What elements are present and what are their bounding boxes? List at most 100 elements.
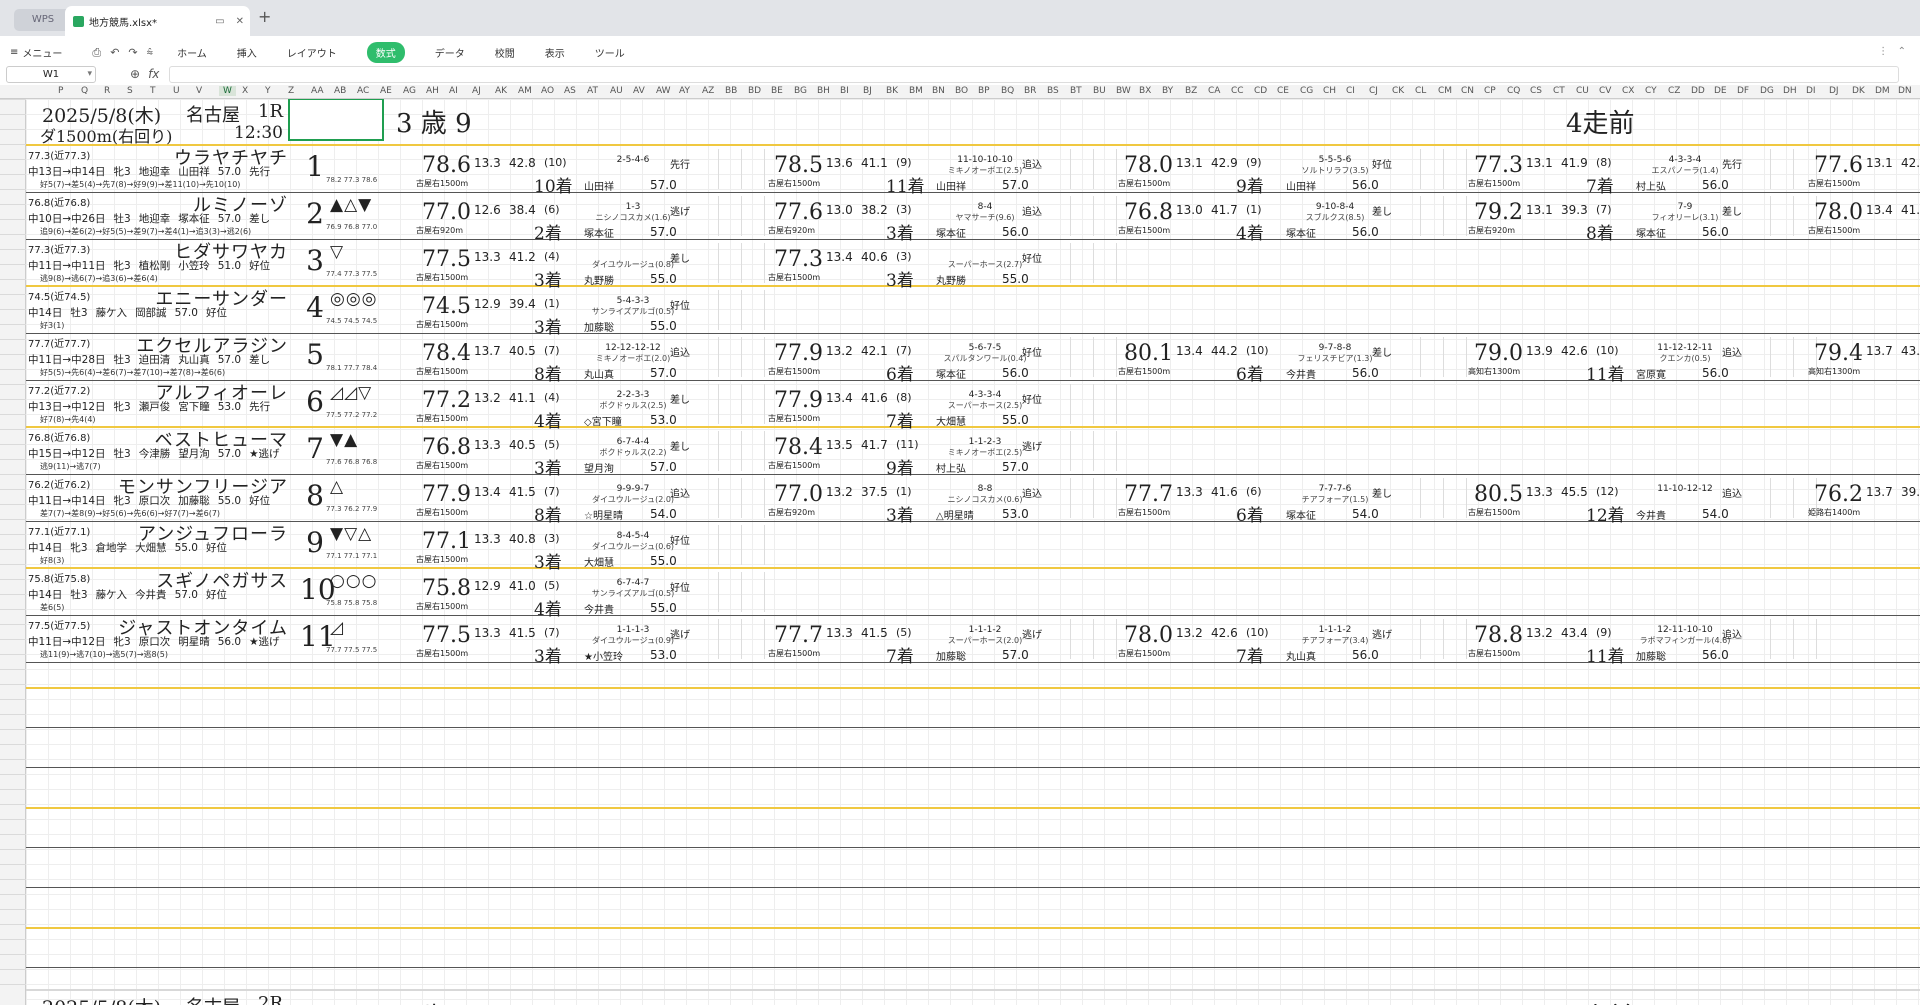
column-header[interactable]: DJ <box>1829 86 1839 96</box>
column-header[interactable]: BM <box>909 86 923 96</box>
column-header[interactable]: AE <box>380 86 392 96</box>
column-header[interactable]: CP <box>1484 86 1496 96</box>
column-header[interactable]: AA <box>311 86 324 96</box>
row-header[interactable] <box>0 699 26 700</box>
column-header[interactable]: BN <box>932 86 945 96</box>
column-header[interactable]: BT <box>1070 86 1082 96</box>
undo-icon[interactable]: ↶ <box>110 46 119 59</box>
row-header[interactable] <box>0 114 26 115</box>
name-box[interactable]: W1 <box>6 65 96 83</box>
column-header[interactable]: AO <box>541 86 554 96</box>
row-header[interactable] <box>0 564 26 565</box>
column-header[interactable]: AY <box>679 86 690 96</box>
column-header[interactable]: BO <box>955 86 968 96</box>
row-header[interactable] <box>0 804 26 805</box>
column-header[interactable]: BZ <box>1185 86 1197 96</box>
more-icon[interactable]: ⩯ <box>147 46 153 60</box>
row-header[interactable] <box>0 864 26 865</box>
column-header[interactable]: AJ <box>472 86 481 96</box>
column-header[interactable]: R <box>104 86 110 96</box>
save-icon[interactable]: ⎙ <box>92 46 101 60</box>
column-header[interactable]: CV <box>1599 86 1611 96</box>
row-header[interactable] <box>0 99 26 100</box>
column-header[interactable]: CT <box>1553 86 1565 96</box>
hamburger-icon[interactable]: ≡ <box>10 47 18 58</box>
column-header[interactable]: AK <box>495 86 507 96</box>
row-header[interactable] <box>0 354 26 355</box>
row-header[interactable] <box>0 144 26 145</box>
row-header[interactable] <box>0 774 26 775</box>
row-header[interactable] <box>0 369 26 370</box>
column-header[interactable]: AC <box>357 86 369 96</box>
column-header[interactable]: AH <box>426 86 439 96</box>
column-header[interactable]: P <box>58 86 63 96</box>
column-header[interactable]: CD <box>1254 86 1267 96</box>
column-header[interactable]: CJ <box>1369 86 1378 96</box>
row-header[interactable] <box>0 489 26 490</box>
column-header[interactable]: Q <box>81 86 88 96</box>
column-header[interactable]: BB <box>725 86 737 96</box>
column-header[interactable]: CM <box>1438 86 1452 96</box>
row-header[interactable] <box>0 624 26 625</box>
menu-item-formulas[interactable]: 数式 <box>366 42 405 63</box>
column-header[interactable]: DM <box>1875 86 1890 96</box>
column-header[interactable]: CE <box>1277 86 1289 96</box>
column-header[interactable]: CZ <box>1668 86 1680 96</box>
column-header[interactable]: DD <box>1691 86 1705 96</box>
column-header[interactable]: BE <box>771 86 783 96</box>
row-header[interactable] <box>0 654 26 655</box>
screen-icon[interactable]: ▭ <box>215 16 224 27</box>
row-header[interactable] <box>0 129 26 130</box>
row-header[interactable] <box>0 219 26 220</box>
column-header[interactable]: AW <box>656 86 671 96</box>
column-header[interactable]: BJ <box>863 86 872 96</box>
column-header[interactable]: AG <box>403 86 416 96</box>
column-header[interactable]: X <box>242 86 248 96</box>
column-header[interactable]: T <box>150 86 156 96</box>
column-header[interactable]: AZ <box>702 86 714 96</box>
column-header[interactable]: CY <box>1645 86 1657 96</box>
menu-item-tools[interactable]: ツール <box>595 45 625 60</box>
row-header[interactable] <box>0 579 26 580</box>
column-header[interactable]: CX <box>1622 86 1634 96</box>
column-header[interactable]: AT <box>587 86 598 96</box>
row-header[interactable] <box>0 264 26 265</box>
menu-item-data[interactable]: データ <box>435 45 465 60</box>
row-header[interactable] <box>0 969 26 970</box>
column-header[interactable]: AU <box>610 86 623 96</box>
spreadsheet-grid[interactable]: 2025/5/8(木) 名古屋 1R ダ1500m(右回り) 12:30 3 歳… <box>26 99 1920 1005</box>
column-header[interactable]: CK <box>1392 86 1404 96</box>
column-header[interactable]: DE <box>1714 86 1727 96</box>
column-header[interactable]: CC <box>1231 86 1244 96</box>
row-header[interactable] <box>0 894 26 895</box>
formula-input[interactable] <box>169 65 1900 83</box>
row-header[interactable] <box>0 939 26 940</box>
zoom-icon[interactable]: ⊕ <box>130 67 140 81</box>
column-header[interactable]: CG <box>1300 86 1313 96</box>
column-header[interactable]: BR <box>1024 86 1036 96</box>
row-header[interactable] <box>0 189 26 190</box>
column-header[interactable]: Z <box>288 86 294 96</box>
menu-item-view[interactable]: 表示 <box>545 45 565 60</box>
column-header[interactable]: DK <box>1852 86 1865 96</box>
row-header[interactable] <box>0 399 26 400</box>
column-header[interactable]: BW <box>1116 86 1131 96</box>
row-header[interactable] <box>0 639 26 640</box>
column-header[interactable]: S <box>127 86 133 96</box>
menu-item-menu[interactable]: メニュー <box>22 45 62 60</box>
app-tab-wps[interactable]: WPS <box>14 9 72 31</box>
column-header[interactable]: U <box>173 86 180 96</box>
row-header[interactable] <box>0 159 26 160</box>
document-tab[interactable]: 地方競馬.xlsx* ▭ ✕ <box>65 6 250 36</box>
redo-icon[interactable]: ↷ <box>128 46 137 59</box>
row-header[interactable] <box>0 324 26 325</box>
row-header[interactable] <box>0 849 26 850</box>
column-header[interactable]: DG <box>1760 86 1774 96</box>
more-options-icon[interactable]: ⋮ ⌃ <box>1878 46 1906 57</box>
row-header[interactable] <box>0 714 26 715</box>
column-header[interactable]: V <box>196 86 202 96</box>
row-header[interactable] <box>0 249 26 250</box>
row-header[interactable] <box>0 834 26 835</box>
column-header[interactable]: DH <box>1783 86 1797 96</box>
column-header[interactable]: DI <box>1806 86 1816 96</box>
